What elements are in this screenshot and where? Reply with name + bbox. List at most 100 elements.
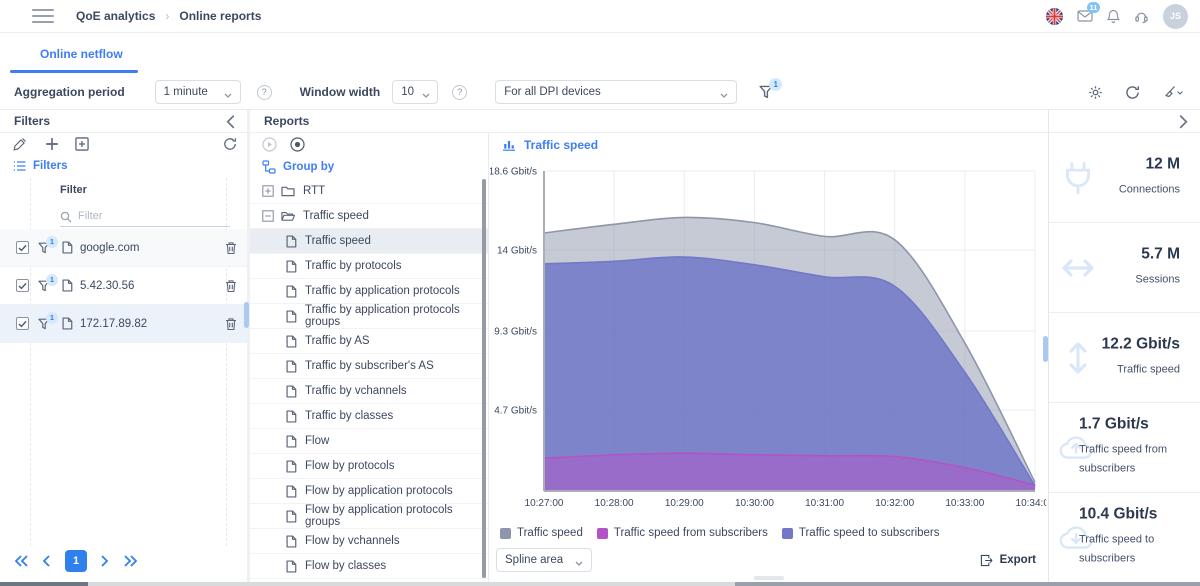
collapse-right-panel-icon[interactable] (1179, 115, 1188, 128)
breadcrumb-separator-icon: › (165, 9, 169, 23)
play-icon[interactable] (262, 137, 277, 152)
aggregation-period-label: Aggregation period (14, 85, 125, 99)
metric-label: Sessions (1135, 270, 1180, 290)
dpi-devices-select[interactable]: For all DPI devices (495, 80, 737, 104)
row-funnel-icon[interactable]: 1 (38, 280, 50, 292)
file-icon (286, 335, 297, 348)
expand-plus-icon[interactable] (262, 185, 274, 197)
mail-badge: 11 (1087, 2, 1100, 13)
svg-text:10:33:00: 10:33:00 (945, 498, 984, 509)
checkbox[interactable] (16, 279, 29, 292)
avatar[interactable]: JS (1163, 4, 1188, 29)
tree-label: Flow by application protocols groups (305, 504, 488, 528)
group-by-root[interactable]: Group by (250, 157, 488, 179)
filter-row[interactable]: 1 172.17.89.82 (0, 305, 247, 343)
tree-folder-rtt[interactable]: RTT (250, 179, 488, 204)
file-icon (286, 385, 297, 398)
refresh-filters-icon[interactable] (223, 137, 237, 151)
add-filter-group-icon[interactable] (75, 137, 89, 151)
delete-icon[interactable] (225, 241, 237, 255)
file-icon (286, 560, 297, 573)
tree-scrollbar[interactable] (482, 179, 486, 578)
hamburger-menu-icon[interactable] (32, 5, 54, 27)
legend-traffic-speed[interactable]: Traffic speed (500, 527, 583, 539)
refresh-icon[interactable] (1125, 85, 1140, 100)
device-filter-funnel-icon[interactable]: 1 (759, 85, 773, 99)
chart-legend: Traffic speed Traffic speed from subscri… (500, 527, 940, 539)
delete-icon[interactable] (225, 279, 237, 293)
filter-row[interactable]: 1 google.com (0, 229, 247, 267)
filters-panel: Filters (0, 110, 247, 582)
mail-icon[interactable]: 11 (1077, 8, 1093, 24)
file-icon (62, 317, 73, 330)
current-page-button[interactable]: 1 (65, 550, 87, 572)
tree-item[interactable]: Traffic by application protocols (250, 279, 488, 304)
svg-text:10:29:00: 10:29:00 (665, 498, 704, 509)
add-filter-icon[interactable] (45, 137, 59, 151)
export-icon (980, 554, 993, 567)
tree-item[interactable]: Traffic by classes (250, 404, 488, 429)
arrows-vertical-icon (1057, 337, 1099, 379)
breadcrumb-qoe-analytics[interactable]: QoE analytics (76, 9, 155, 23)
settings-gear-icon[interactable] (1088, 85, 1103, 100)
wand-icon[interactable] (13, 137, 27, 151)
row-filter-badge: 1 (46, 274, 58, 286)
metric-value: 12 M (1119, 155, 1180, 173)
tree-item-traffic-speed[interactable]: Traffic speed (250, 229, 488, 254)
panel-drag-handle[interactable] (754, 576, 784, 580)
tree-item[interactable]: Flow by protocols (250, 454, 488, 479)
tree-label: RTT (303, 185, 325, 197)
right-panel-resize-handle[interactable] (1043, 336, 1048, 362)
delete-icon[interactable] (225, 317, 237, 331)
tree-item[interactable]: Traffic by subscriber's AS (250, 354, 488, 379)
row-funnel-icon[interactable]: 1 (38, 318, 50, 330)
help-icon[interactable]: ? (452, 85, 467, 100)
tree-folder-traffic-speed[interactable]: Traffic speed (250, 204, 488, 229)
tree-item[interactable]: Flow by classes (250, 554, 488, 579)
tab-online-netflow[interactable]: Online netflow (40, 47, 123, 61)
bell-icon[interactable] (1107, 9, 1120, 24)
chevron-down-icon (575, 557, 583, 563)
arrows-horizontal-icon (1057, 247, 1099, 289)
scrollbar-thumb[interactable] (0, 582, 88, 586)
language-flag-icon[interactable] (1046, 8, 1063, 25)
tree-item[interactable]: Traffic by application protocols groups (250, 304, 488, 329)
filters-tree-root[interactable]: Filters (0, 156, 247, 178)
chart-type-select[interactable]: Spline area (496, 548, 592, 572)
filter-row[interactable]: 1 5.42.30.56 (0, 267, 247, 305)
tab-active-underline (10, 70, 138, 73)
tree-item[interactable]: Flow (250, 429, 488, 454)
collapse-minus-icon[interactable] (262, 210, 274, 222)
tree-item[interactable]: Traffic by AS (250, 329, 488, 354)
checkbox[interactable] (16, 317, 29, 330)
scrollbar-thumb[interactable] (735, 582, 1200, 586)
prev-page-button[interactable] (42, 555, 51, 567)
support-icon[interactable] (1134, 9, 1149, 24)
row-funnel-icon[interactable]: 1 (38, 242, 50, 254)
checkbox[interactable] (16, 241, 29, 254)
next-page-button[interactable] (101, 555, 110, 567)
row-filter-badge: 1 (46, 312, 58, 324)
plug-icon (1057, 157, 1099, 199)
metrics-panel: 12 M Connections 5.7 M Sessions 12.2 G (1048, 110, 1200, 582)
first-page-button[interactable] (14, 555, 28, 567)
clear-broom-icon[interactable] (1162, 85, 1184, 100)
file-icon (286, 460, 297, 473)
aggregation-period-select[interactable]: 1 minute (155, 80, 241, 104)
tree-item[interactable]: Traffic by vchannels (250, 379, 488, 404)
tree-item[interactable]: Traffic by protocols (250, 254, 488, 279)
tree-item[interactable]: Flow by application protocols (250, 479, 488, 504)
help-icon[interactable]: ? (257, 85, 272, 100)
tree-item[interactable]: Flow by application protocols groups (250, 504, 488, 529)
last-page-button[interactable] (124, 555, 138, 567)
legend-traffic-from-subscribers[interactable]: Traffic speed from subscribers (597, 527, 768, 539)
export-button[interactable]: Export (980, 554, 1036, 567)
record-icon[interactable] (290, 137, 305, 152)
filter-search-input[interactable] (78, 210, 208, 222)
tree-item[interactable]: Flow by vchannels (250, 529, 488, 554)
collapse-left-panel-icon[interactable] (226, 115, 235, 128)
window-width-select[interactable]: 10 (392, 80, 438, 104)
left-panel-resize-handle[interactable] (244, 302, 249, 328)
legend-traffic-to-subscribers[interactable]: Traffic speed to subscribers (782, 527, 940, 539)
search-icon (60, 210, 72, 222)
